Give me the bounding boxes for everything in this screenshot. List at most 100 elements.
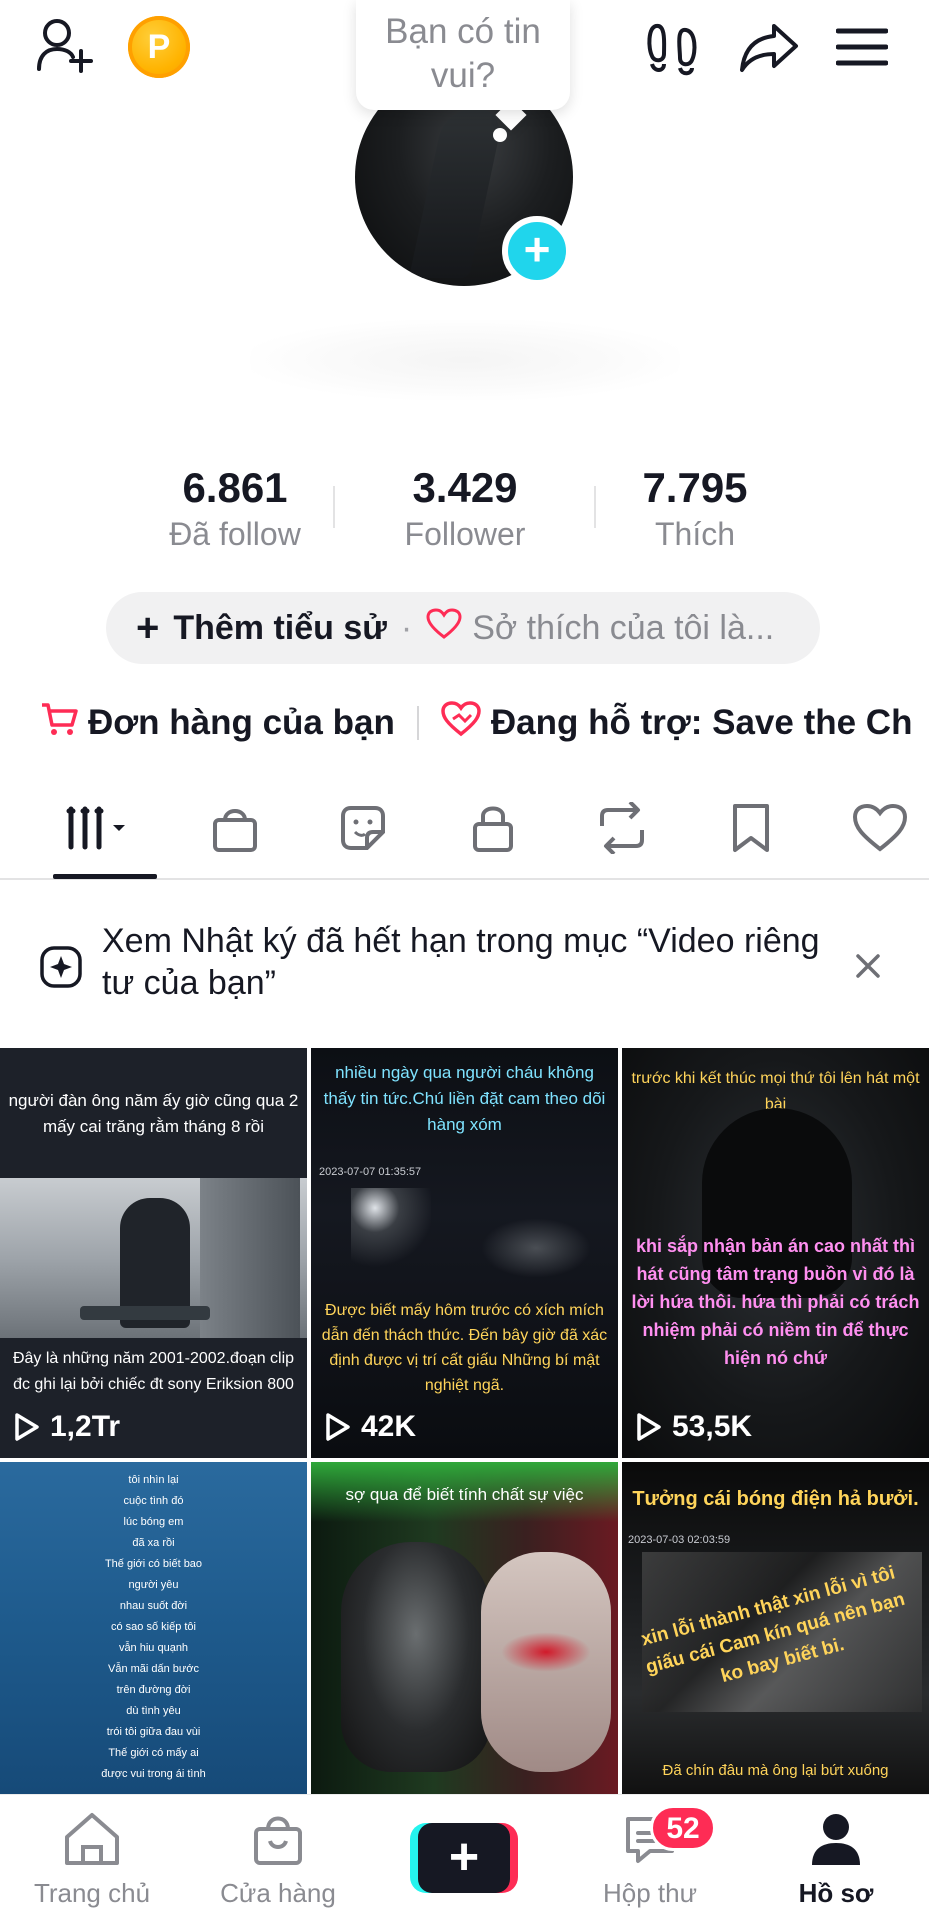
- banner-text: Xem Nhật ký đã hết hạn trong mục “Video …: [102, 922, 820, 1002]
- nav-home[interactable]: Trang chủ: [2, 1811, 182, 1909]
- username-blurred: [250, 320, 680, 400]
- create-button[interactable]: +: [410, 1823, 518, 1893]
- tab-favorites[interactable]: [716, 798, 786, 858]
- charity-heart-icon: [441, 700, 481, 746]
- lyric-line: dù tình yêu: [126, 1705, 181, 1717]
- view-count: 53,5K: [636, 1410, 752, 1444]
- sticker-icon: [341, 806, 385, 850]
- nav-profile[interactable]: Hồ sơ: [746, 1811, 926, 1909]
- tab-liked[interactable]: [845, 798, 915, 858]
- stat-label: Đã follow: [169, 516, 301, 552]
- support-link[interactable]: Đang hỗ trợ: Save the Ch: [491, 703, 913, 743]
- home-icon: [65, 1813, 119, 1865]
- stat-label: Follower: [404, 516, 526, 552]
- status-bubble[interactable]: Bạn có tin vui?: [356, 0, 570, 110]
- stat-value: 3.429: [412, 464, 518, 511]
- video-thumbnail-5[interactable]: sợ qua để biết tính chất sự việc: [311, 1462, 618, 1794]
- close-icon[interactable]: [850, 948, 886, 984]
- video-thumbnail-3[interactable]: trước khi kết thúc mọi thứ tôi lên hát m…: [622, 1048, 929, 1458]
- lyric-line: Thế giới có mấy ai: [108, 1747, 199, 1759]
- lyrics-block: tôi nhìn lại cuộc tình đó lúc bóng em đã…: [0, 1470, 307, 1785]
- nav-label: Hồ sơ: [798, 1878, 874, 1908]
- stat-label: Thích: [654, 516, 736, 552]
- share-icon[interactable]: [736, 18, 802, 78]
- coin-label: P: [147, 27, 171, 66]
- orders-link[interactable]: Đơn hàng của bạn: [88, 703, 395, 743]
- view-count: 1,2Tr: [14, 1410, 120, 1444]
- lyric-line: tôi nhìn lại: [128, 1474, 179, 1486]
- bio-pill[interactable]: + Thêm tiểu sử · Sở thích của tôi là...: [106, 592, 820, 664]
- tab-videos[interactable]: [65, 798, 135, 858]
- video-thumbnail-2[interactable]: nhiều ngày qua người cháu không thấy tin…: [311, 1048, 618, 1458]
- cart-icon: [40, 701, 78, 746]
- view-count-value: 1,2Tr: [50, 1410, 121, 1443]
- shop-bag-icon: [213, 809, 257, 852]
- lock-icon: [473, 806, 513, 852]
- stats-row: 6.861 Đã follow 3.429 Follower 7.795 Thí…: [120, 462, 810, 552]
- video-caption-top: Tưởng cái bóng điện hả bưởi.: [632, 1488, 919, 1510]
- nav-label: Trang chủ: [33, 1878, 151, 1908]
- heart-icon: [852, 803, 908, 852]
- play-icon: [326, 1413, 350, 1441]
- repost-icon: [600, 802, 644, 854]
- add-friend-icon[interactable]: [32, 14, 98, 76]
- videos-grid-icon: [66, 806, 125, 850]
- stat-followers[interactable]: 3.429 Follower: [350, 462, 580, 552]
- lyric-line: đã xa rồi: [132, 1537, 175, 1549]
- menu-icon[interactable]: [834, 22, 890, 72]
- video-grid: người đàn ông năm ấy giờ cũng qua 2 mấy …: [0, 1048, 929, 1794]
- active-tab-underline: [53, 874, 157, 879]
- video-caption-bottom: khi sắp nhận bản án cao nhất thì hát cũn…: [631, 1236, 920, 1368]
- view-count: 42K: [325, 1410, 416, 1444]
- video-timestamp: 2023-07-07 01:35:57: [319, 1166, 422, 1178]
- view-count-value: 53,5K: [672, 1410, 753, 1443]
- tab-private[interactable]: [458, 798, 528, 858]
- lyric-line: Vẫn mãi dấn bước: [107, 1663, 199, 1675]
- stat-value: 7.795: [642, 464, 748, 511]
- lyric-line: lúc bóng em: [123, 1516, 184, 1528]
- sparkle-icon: [38, 944, 84, 990]
- tab-reposts[interactable]: [587, 798, 657, 858]
- add-avatar-button[interactable]: +: [502, 216, 572, 286]
- content-tabs: [0, 784, 929, 880]
- expired-diary-banner[interactable]: Xem Nhật ký đã hết hạn trong mục “Video …: [0, 882, 929, 1048]
- nav-shop[interactable]: Cửa hàng: [188, 1811, 368, 1909]
- video-caption-bottom: Đây là những năm 2001-2002.đoạn clip đc …: [12, 1350, 295, 1393]
- avatar-figure: [408, 108, 506, 278]
- bottom-nav: Trang chủ Cửa hàng + Hộp thư 52 Hồ sơ: [0, 1794, 929, 1920]
- video-caption-top: sợ qua để biết tính chất sự việc: [345, 1485, 584, 1504]
- stat-value: 6.861: [182, 464, 288, 511]
- stat-following[interactable]: 6.861 Đã follow: [120, 462, 350, 552]
- status-bubble-line1: Bạn có tin: [385, 12, 541, 51]
- status-bubble-line2: vui?: [430, 56, 496, 95]
- video-thumbnail-4[interactable]: tôi nhìn lại cuộc tình đó lúc bóng em đã…: [0, 1462, 307, 1794]
- video-timestamp: 2023-07-03 02:03:59: [628, 1534, 731, 1546]
- links-separator: [416, 706, 419, 740]
- coin-icon[interactable]: P: [128, 16, 190, 78]
- lyric-line: nhau suốt đời: [119, 1600, 188, 1612]
- lyric-line: trói tôi giữa đau vùi: [106, 1726, 201, 1738]
- avatar-dot: [493, 128, 507, 142]
- lyric-line: trên đường đời: [116, 1684, 191, 1696]
- inbox-badge: 52: [650, 1805, 716, 1851]
- video-thumbnail-6[interactable]: Tưởng cái bóng điện hả bưởi. 2023-07-03 …: [622, 1462, 929, 1794]
- add-bio-label: Thêm tiểu sử: [173, 608, 387, 647]
- lyric-line: cuộc tình đó: [123, 1495, 184, 1507]
- tab-stickers[interactable]: [328, 798, 398, 858]
- lyric-line: vẫn hiu quạnh: [118, 1642, 189, 1654]
- video-caption-bottom: Được biết mấy hôm trước có xích mích dẫn…: [321, 1302, 608, 1394]
- lyric-line: được vui trong ái tình: [101, 1768, 206, 1780]
- stat-likes[interactable]: 7.795 Thích: [580, 462, 810, 552]
- heart-outline-icon: [426, 607, 462, 649]
- tab-shop[interactable]: [200, 798, 270, 858]
- video-thumbnail-1[interactable]: người đàn ông năm ấy giờ cũng qua 2 mấy …: [0, 1048, 307, 1458]
- video-frame: [0, 1178, 307, 1338]
- stat-divider: [594, 486, 596, 528]
- shop-icon: [254, 1816, 302, 1865]
- create-plus-icon: +: [418, 1823, 510, 1893]
- video-caption-top: nhiều ngày qua người cháu không thấy tin…: [323, 1063, 606, 1134]
- lyric-line: có sao số kiếp tôi: [111, 1621, 196, 1633]
- view-count-value: 42K: [361, 1410, 417, 1443]
- video-caption-top: người đàn ông năm ấy giờ cũng qua 2 mấy …: [8, 1091, 299, 1136]
- footprints-icon[interactable]: [640, 18, 704, 78]
